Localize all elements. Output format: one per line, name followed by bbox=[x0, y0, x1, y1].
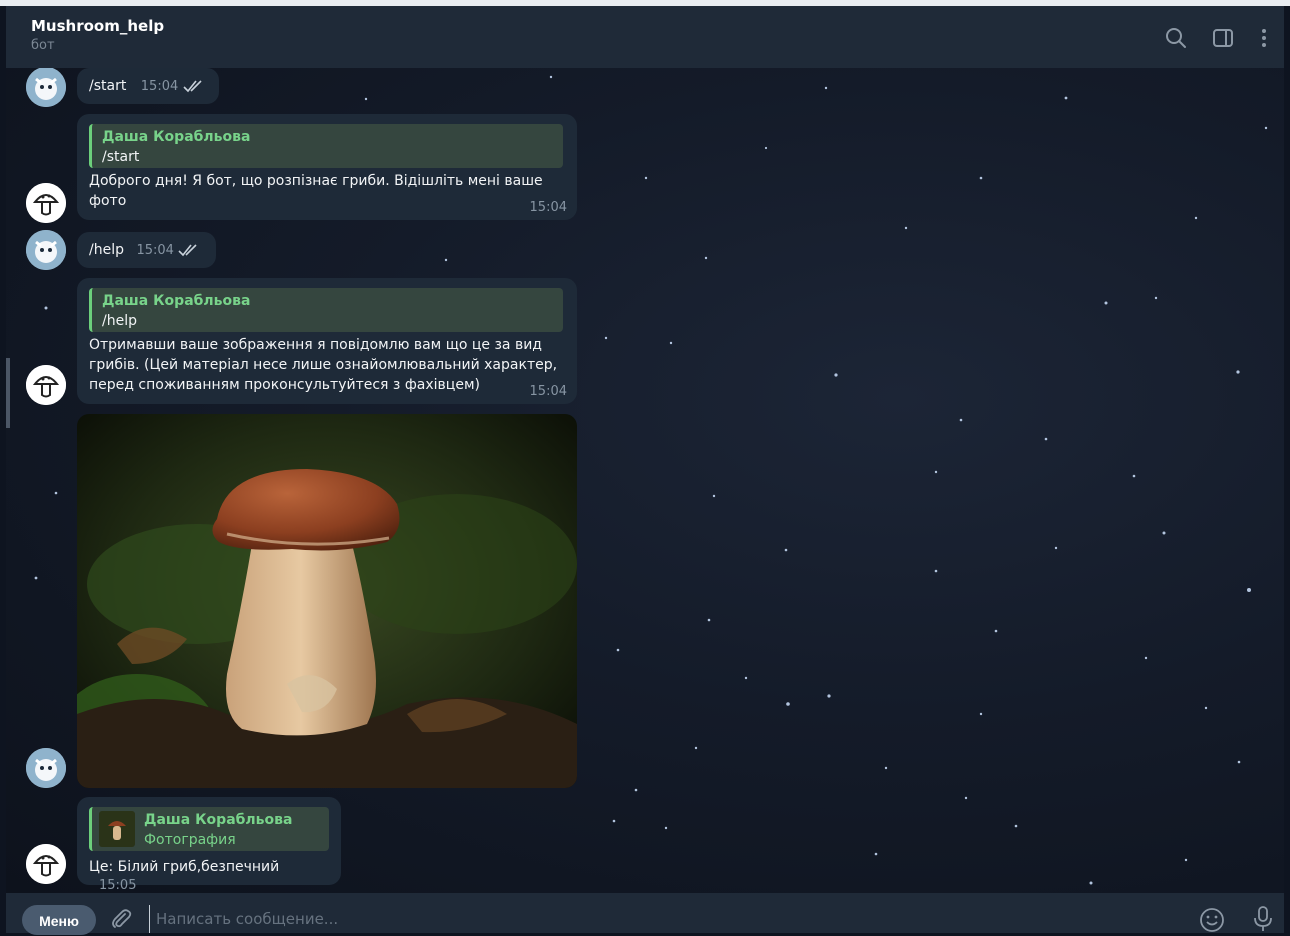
message-text: /help bbox=[89, 242, 124, 258]
reply-text: Фотография bbox=[144, 832, 236, 848]
mushroom-icon bbox=[26, 365, 66, 405]
user-avatar[interactable] bbox=[26, 68, 66, 107]
reply-author: Даша Корабльова bbox=[144, 812, 293, 828]
bot-avatar[interactable] bbox=[26, 844, 66, 884]
chat-area[interactable]: /start 15:04 Даша Корабльова /start Добр… bbox=[6, 68, 1284, 893]
mushroom-photo[interactable] bbox=[77, 414, 577, 788]
reply-preview[interactable]: Даша Корабльова Фотография bbox=[89, 807, 329, 851]
message-time: 15:04 bbox=[529, 384, 567, 399]
user-avatar-image bbox=[26, 230, 66, 270]
more-vertical-icon[interactable] bbox=[1252, 26, 1276, 50]
search-icon[interactable] bbox=[1164, 26, 1188, 50]
message-time: 15:05 bbox=[99, 878, 137, 893]
scroll-indicator bbox=[6, 358, 10, 428]
message-text-line: перед споживанням проконсультуйтеся з фа… bbox=[89, 377, 480, 393]
message-bubble[interactable]: Даша Корабльова /help Отримавши ваше зоб… bbox=[77, 278, 577, 404]
user-avatar[interactable] bbox=[26, 230, 66, 270]
read-checkmarks-icon bbox=[178, 244, 197, 257]
message-input[interactable] bbox=[149, 905, 1162, 933]
reply-author: Даша Корабльова bbox=[102, 293, 251, 309]
message-bubble[interactable]: /start 15:04 bbox=[77, 68, 219, 104]
message-time: 15:04 bbox=[136, 243, 174, 258]
microphone-icon[interactable] bbox=[1251, 905, 1275, 933]
message-bubble[interactable]: Даша Корабльова /start Доброго дня! Я бо… bbox=[77, 114, 577, 220]
mushroom-icon bbox=[26, 183, 66, 223]
message-bubble[interactable]: /help 15:04 bbox=[77, 232, 216, 268]
chat-subtitle: бот bbox=[31, 38, 55, 53]
mushroom-icon bbox=[26, 844, 66, 884]
message-time: 15:04 bbox=[140, 79, 179, 94]
message-time: 15:04 bbox=[529, 200, 567, 215]
message-composer: Меню bbox=[6, 893, 1284, 935]
message-text-line: фото bbox=[89, 193, 127, 209]
user-avatar[interactable] bbox=[26, 748, 66, 788]
reply-text: /start bbox=[102, 149, 140, 165]
chat-header[interactable]: Mushroom_help бот bbox=[6, 6, 1284, 68]
reply-preview[interactable]: Даша Корабльова /help bbox=[89, 288, 563, 332]
reply-photo-thumbnail bbox=[99, 811, 135, 847]
message-bubble[interactable]: Даша Корабльова Фотография Це: Білий гри… bbox=[77, 797, 341, 893]
emoji-icon[interactable] bbox=[1199, 907, 1225, 933]
message-text-line: Отримавши ваше зображення я повідомлю ва… bbox=[89, 337, 542, 353]
user-avatar-image bbox=[26, 748, 66, 788]
mushroom-photo-image bbox=[77, 414, 577, 788]
reply-preview[interactable]: Даша Корабльова /start bbox=[89, 124, 563, 168]
reply-author: Даша Корабльова bbox=[102, 129, 251, 145]
message-text: Це: Білий гриб,безпечний bbox=[89, 859, 280, 875]
message-text-line: Доброго дня! Я бот, що розпізнає гриби. … bbox=[89, 173, 543, 189]
read-checkmarks-icon bbox=[183, 80, 202, 93]
reply-text: /help bbox=[102, 313, 137, 329]
bot-avatar[interactable] bbox=[26, 365, 66, 405]
menu-button[interactable]: Меню bbox=[22, 905, 96, 935]
message-text-line: грибів. (Цей матеріал несе лише ознайомл… bbox=[89, 357, 558, 373]
bot-avatar[interactable] bbox=[26, 183, 66, 223]
user-avatar-image bbox=[26, 68, 66, 107]
chat-title: Mushroom_help bbox=[31, 17, 165, 35]
attach-icon[interactable] bbox=[109, 907, 133, 931]
sidebar-toggle-icon[interactable] bbox=[1211, 26, 1235, 50]
message-text: /start bbox=[89, 78, 127, 94]
